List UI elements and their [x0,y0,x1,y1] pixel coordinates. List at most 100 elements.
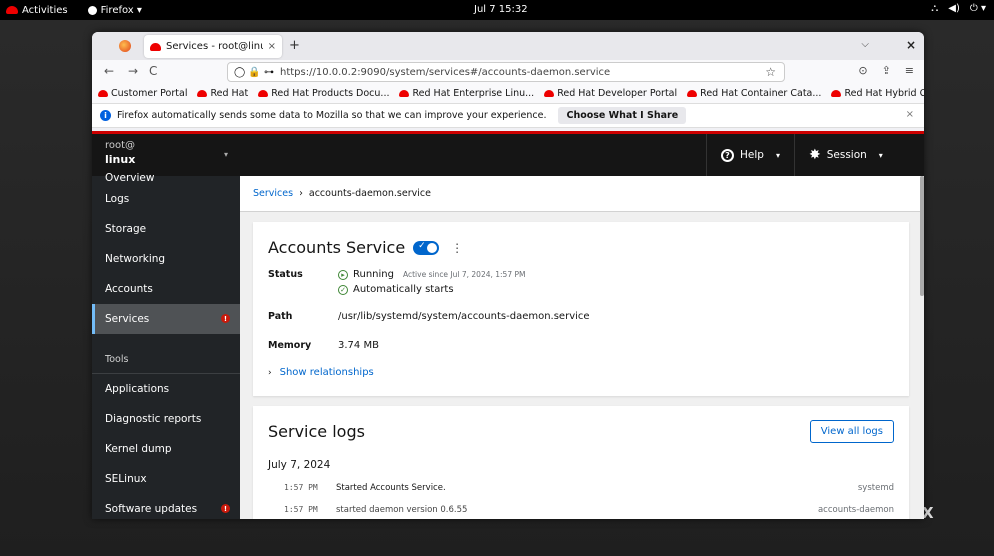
sidebar-section-tools: Tools [92,334,240,374]
extensions-icon[interactable]: ⇪ [882,64,891,77]
system-tray[interactable]: ⛬ ◀) ⏻ ▾ [931,3,986,14]
breadcrumb-current: accounts-daemon.service [308,188,431,199]
service-logs-title: Service logs [268,422,365,441]
firefox-view-icon[interactable] [119,40,131,52]
status-since: Active since Jul 7, 2024, 1:57 PM [402,270,526,279]
host-switcher[interactable]: root@ linux ▾ [92,134,240,176]
tab-bar: Services - root@linux × + ⌵ × [92,32,924,60]
redhat-icon [98,90,108,97]
sidebar-item-storage[interactable]: Storage [92,214,240,244]
notice-close-icon[interactable]: × [906,109,914,120]
window-close-icon[interactable]: × [906,38,916,52]
path-row: Path /usr/lib/systemd/system/accounts-da… [268,311,894,322]
bookmark-item[interactable]: Customer Portal [98,88,187,99]
info-icon: i [100,110,111,121]
activities-label: Activities [22,4,68,16]
url-text[interactable]: https://10.0.0.2:9090/system/services#/a… [280,67,610,78]
caret-down-icon: ▾ [775,150,780,160]
memory-value: 3.74 MB [338,340,379,351]
memory-label: Memory [268,340,312,351]
status-auto-start: Automatically starts [353,284,454,295]
telemetry-notice: i Firefox automatically sends some data … [92,104,924,128]
firefox-window: Services - root@linux × + ⌵ × ← → C ◯ 🔒 … [92,32,924,519]
log-source: accounts-daemon [817,505,894,515]
choose-what-i-share-button[interactable]: Choose What I Share [558,107,687,124]
host-name: linux [105,153,136,166]
log-row[interactable]: 1:57 PM Started Accounts Service. system… [268,483,894,493]
bookmark-item[interactable]: Red Hat Enterprise Linu... [399,88,534,99]
main-scrollbar[interactable] [920,176,924,519]
log-row[interactable]: 1:57 PM started daemon version 0.6.55 ac… [268,505,894,515]
menu-icon[interactable]: ≡ [905,64,914,77]
bookmarks-toolbar: Customer Portal Red Hat Red Hat Products… [92,84,924,104]
bookmark-item[interactable]: Red Hat Products Docu... [258,88,389,99]
kebab-menu-icon[interactable]: ⋮ [451,241,463,255]
log-time: 1:57 PM [284,505,318,514]
app-menu-label: Firefox ▾ [100,4,142,16]
log-message: started daemon version 0.6.55 [336,505,468,515]
status-row: Status ▸ Running Active since Jul 7, 202… [268,269,894,295]
path-label: Path [268,311,293,322]
new-tab-button[interactable]: + [289,38,300,53]
help-menu-button[interactable]: ? Help ▾ [706,134,794,176]
log-date: July 7, 2024 [268,459,331,471]
redhat-icon [399,90,410,97]
chevron-right-icon: › [268,367,272,378]
sidebar-item-software-updates[interactable]: Software updates ! [92,494,240,519]
sidebar-item-services[interactable]: Services ! [92,304,240,334]
sidebar-item-kernel-dump[interactable]: Kernel dump [92,434,240,464]
power-icon[interactable]: ⏻ ▾ [970,3,986,14]
sidebar-item-applications[interactable]: Applications [92,374,240,404]
tab-close-icon[interactable]: × [268,41,276,52]
error-alert-icon: ! [221,504,230,513]
error-alert-icon: ! [221,314,230,323]
status-value: ▸ Running Active since Jul 7, 2024, 1:57… [338,269,894,295]
site-security-icon[interactable]: ◯ 🔒 ⊶ [234,67,274,78]
session-menu-button[interactable]: ✸ Session ▾ [794,134,897,176]
sidebar-item-overview[interactable]: Overview [92,172,240,184]
check-icon: ✓ [418,240,426,251]
app-menu[interactable]: Firefox ▾ [87,4,142,16]
sidebar-item-selinux[interactable]: SELinux [92,464,240,494]
bookmark-star-icon[interactable]: ☆ [765,65,776,79]
volume-icon[interactable]: ◀) [948,3,960,14]
tab-services[interactable]: Services - root@linux × [144,35,282,58]
sidebar: root@ linux ▾ Overview Logs Storage Netw… [92,134,240,519]
forward-icon[interactable]: → [128,64,138,78]
log-source: systemd [857,483,894,493]
network-icon[interactable]: ⛬ [931,3,938,14]
service-enable-toggle[interactable]: ✓ [413,240,440,255]
session-label: Session [826,149,867,161]
redhat-icon [197,90,208,97]
notice-text: Firefox automatically sends some data to… [117,110,547,121]
masthead: ? Help ▾ ✸ Session ▾ [240,134,924,176]
sidebar-item-diagnostic-reports[interactable]: Diagnostic reports [92,404,240,434]
breadcrumb-services-link[interactable]: Services [253,188,293,199]
sidebar-item-logs[interactable]: Logs [92,184,240,214]
log-message: Started Accounts Service. [336,483,446,493]
pocket-icon[interactable]: ⊙ [858,64,867,77]
bookmark-item[interactable]: Red Hat Container Cata... [687,88,821,99]
service-title: Accounts Service [268,238,406,257]
sidebar-item-label: Software updates [105,503,198,515]
reload-icon[interactable]: C [149,64,157,78]
back-icon[interactable]: ← [104,64,114,78]
service-title-row: Accounts Service ✓ ⋮ [268,238,894,257]
sidebar-item-accounts[interactable]: Accounts [92,274,240,304]
breadcrumb-separator-icon: › [299,188,303,199]
scrollbar-thumb[interactable] [920,176,924,296]
sidebar-item-networking[interactable]: Networking [92,244,240,274]
redhat-icon [544,90,555,97]
bookmark-item[interactable]: Red Hat Developer Portal [544,88,677,99]
list-tabs-icon[interactable]: ⌵ [861,39,869,50]
clock[interactable]: Jul 7 15:32 [474,4,528,15]
bookmark-item[interactable]: Red Hat Hybrid Cloud ... [831,88,924,99]
status-label: Status [268,269,303,280]
bookmark-item[interactable]: Red Hat [197,88,248,99]
firefox-icon [87,5,97,15]
gear-icon: ✸ [809,147,821,163]
url-bar[interactable]: ◯ 🔒 ⊶ https://10.0.0.2:9090/system/servi… [227,62,785,82]
show-relationships-toggle[interactable]: › Show relationships [268,367,894,378]
activities-button[interactable]: Activities [0,5,68,16]
view-all-logs-button[interactable]: View all logs [809,420,894,443]
